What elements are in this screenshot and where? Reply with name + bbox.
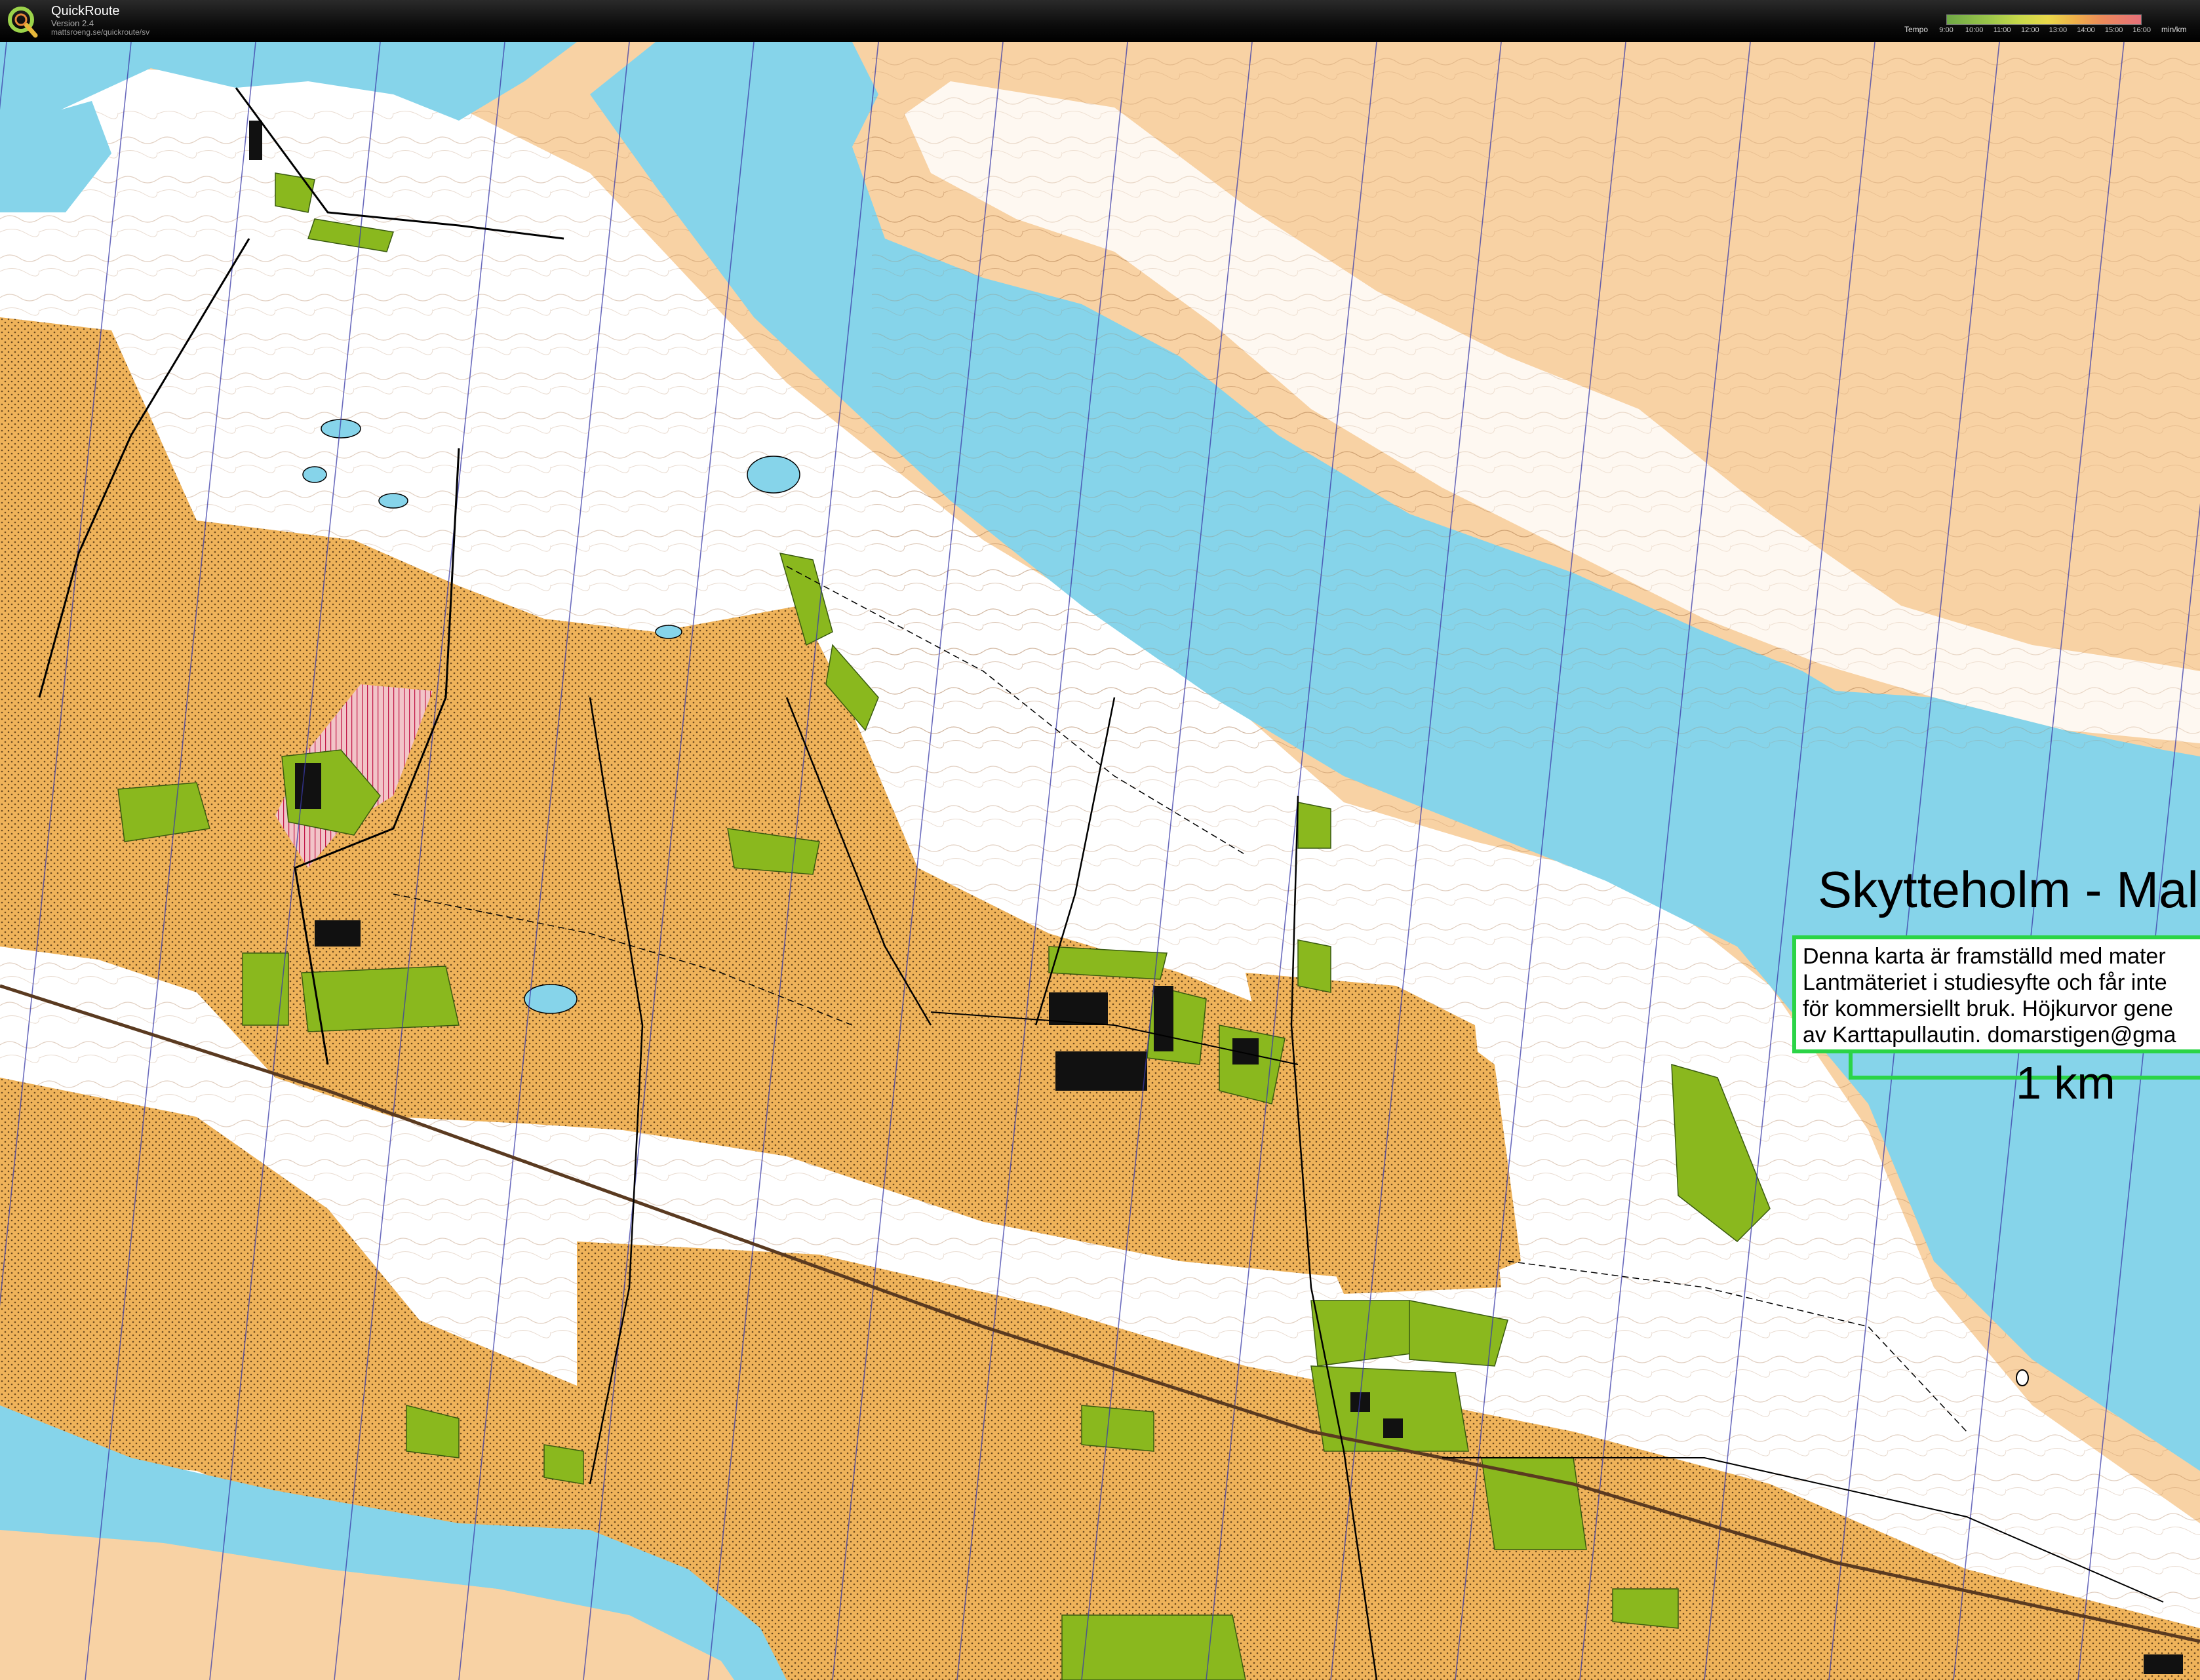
legend-tick: 9:00 [1939,26,1954,34]
app-version: Version 2.4 [51,18,94,28]
quickroute-logo-icon [8,7,38,38]
legend-ticks: 9:00 10:00 11:00 12:00 13:00 14:00 15:00… [1939,26,2151,37]
pace-color-bar [1946,14,2142,25]
legend-tick: 15:00 [2104,26,2123,34]
info-line: av Karttapullautin. domarstigen@gma [1803,1023,2176,1047]
quickroute-window: QuickRoute Version 2.4 mattsroeng.se/qui… [0,0,2200,1680]
vegetation-patch [1481,1457,1587,1550]
legend-tick: 13:00 [2049,26,2068,34]
legend-tick: 10:00 [1965,26,1984,34]
pond [2016,1369,2029,1386]
building [2144,1654,2183,1674]
legend-label: Tempo [1904,25,1929,34]
building [315,920,361,947]
legend-tick: 16:00 [2132,26,2151,34]
info-line: för kommersiellt bruk. Höjkurvor gene [1803,996,2173,1021]
legend-tick: 14:00 [2077,26,2095,34]
map-info-box: Denna karta är framställd med mater Lant… [1792,935,2200,1053]
vegetation-patch [1061,1614,1246,1680]
pond [524,984,578,1014]
building [295,763,321,809]
pond [378,493,408,509]
vegetation-patch [275,172,315,213]
building [1154,986,1173,1051]
pond [655,625,682,639]
vegetation-patch [1612,1588,1679,1629]
vegetation-patch [1297,802,1331,849]
scale-label: 1 km [2016,1057,2115,1108]
vegetation-patch [1081,1405,1154,1452]
legend-unit: min/km [2161,25,2187,34]
pond [747,456,800,494]
building [249,121,262,160]
building [1383,1418,1403,1438]
app-title: QuickRoute [51,4,120,18]
pond [302,466,327,483]
legend-tick: 11:00 [1993,26,2011,34]
app-url: mattsroeng.se/quickroute/sv [51,28,150,37]
info-line: Denna karta är framställd med mater [1803,944,2166,969]
title-bar: QuickRoute Version 2.4 mattsroeng.se/qui… [0,0,2200,43]
vegetation-patch [1297,939,1331,993]
vegetation-patch [543,1444,584,1485]
building [1049,992,1108,1025]
vegetation-patch [301,966,460,1032]
legend-tick: 12:00 [2021,26,2039,34]
map-title: Skytteholm - Maln [1818,861,2200,918]
pace-legend: Tempo 9:00 10:00 11:00 12:00 13:00 14:00… [1904,10,2193,38]
info-line: Lantmäteriet i studiesyfte och får inte [1803,970,2167,995]
orienteering-map[interactable]: Skytteholm - Maln Denna karta är framstä… [0,42,2200,1680]
building [1055,1051,1147,1091]
north-shore-contours [872,42,2200,750]
